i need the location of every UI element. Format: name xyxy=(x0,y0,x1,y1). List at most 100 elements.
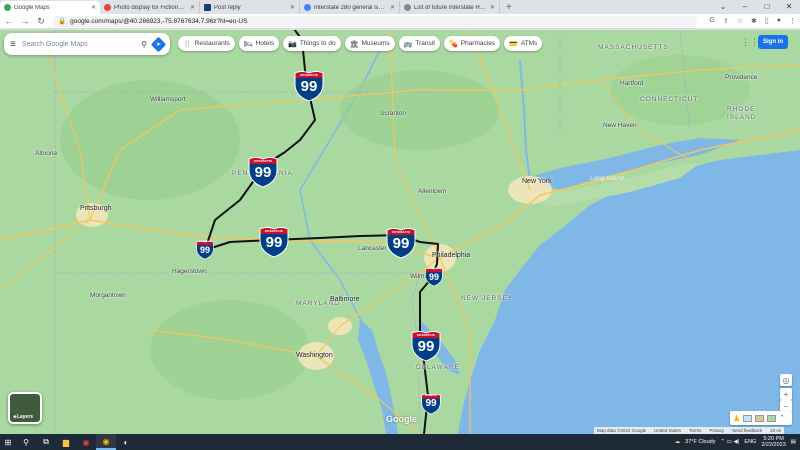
notifications-icon[interactable]: ▤ xyxy=(791,439,796,445)
tab-future-interstates[interactable]: List of future Interstate Highways... ✕ xyxy=(400,1,500,14)
close-tab-icon[interactable]: ✕ xyxy=(190,4,195,11)
terrain-thumbnail[interactable] xyxy=(755,414,765,422)
search-input[interactable]: Search Google Maps xyxy=(22,41,135,48)
favicon-icon xyxy=(204,4,211,11)
search-taskbar-icon[interactable]: ⚲ xyxy=(16,434,36,450)
weather-text[interactable]: 37°F Cloudy xyxy=(685,439,715,445)
chip-restaurants[interactable]: 🍴 Restaurants xyxy=(178,36,235,51)
tab-google-maps[interactable]: Google Maps ✕ xyxy=(0,1,100,14)
close-tab-icon[interactable]: ✕ xyxy=(390,4,395,11)
state-label-new-jersey: NEW JERSEY xyxy=(461,295,514,302)
shield-label: INTERSTATE xyxy=(416,332,436,337)
chip-label: Things to do xyxy=(299,40,336,47)
zoom-in-button[interactable]: + xyxy=(780,388,792,400)
extensions-icon[interactable]: ✱ xyxy=(751,17,757,25)
interstate-99-shield[interactable]: INTERSTATE 99 xyxy=(248,156,278,188)
tab-title: Interstate 280 general sign - Goo... xyxy=(314,4,387,11)
task-view-icon[interactable]: ⧉ xyxy=(36,434,56,450)
expand-icon[interactable]: ⌃ xyxy=(779,414,785,422)
profile-avatar[interactable]: ● xyxy=(777,17,781,25)
share-icon[interactable]: ⇪ xyxy=(723,17,729,25)
plus-icon: + xyxy=(783,389,789,399)
language-indicator[interactable]: ENG xyxy=(744,439,756,445)
search-icon[interactable]: ⚲ xyxy=(141,40,147,49)
country-link[interactable]: United States xyxy=(654,428,681,433)
bookmark-star-icon[interactable]: ☆ xyxy=(737,17,743,25)
clock[interactable]: 5:20 PM 2/22/2023 xyxy=(761,436,785,449)
city-label-washington: Washington xyxy=(296,352,333,359)
sign-in-button[interactable]: Sign in xyxy=(758,35,788,49)
windows-start-icon[interactable]: ⊞ xyxy=(0,438,16,447)
pegman-icon[interactable]: ♟ xyxy=(733,414,740,423)
shield-number: 99 xyxy=(392,235,410,252)
chrome-active-icon[interactable]: ◉ xyxy=(96,434,116,450)
imagery-bar: ♟ ⌃ xyxy=(730,411,792,425)
search-box[interactable]: ≡ Search Google Maps ⚲ ➤ xyxy=(4,33,170,55)
shield-label: INTERSTATE xyxy=(427,268,441,270)
shield-label: INTERSTATE xyxy=(391,229,411,234)
weather-icon: ☁ xyxy=(674,439,681,445)
tab-search-icon[interactable]: ⌄ xyxy=(712,0,734,14)
directions-button[interactable]: ➤ xyxy=(150,36,167,52)
map-canvas[interactable]: CONNECTICUT MASSACHUSETTS RHODE ISLAND P… xyxy=(0,30,800,434)
send-feedback-link[interactable]: Send feedback xyxy=(732,428,762,433)
close-tab-icon[interactable]: ✕ xyxy=(91,4,96,11)
state-label-rhode-island-2: ISLAND xyxy=(727,114,757,121)
forward-button[interactable]: → xyxy=(20,16,30,26)
interstate-99-shield[interactable]: INTERSTATE 99 xyxy=(196,240,214,260)
hamburger-menu-icon[interactable]: ≡ xyxy=(10,39,16,50)
tab-post-reply[interactable]: Post reply ✕ xyxy=(200,1,300,14)
reload-button[interactable]: ↻ xyxy=(36,16,46,27)
favicon-icon xyxy=(104,4,111,11)
scale-bar[interactable]: 20 mi xyxy=(770,428,781,433)
chip-pharmacies[interactable]: 💊 Pharmacies xyxy=(444,36,501,51)
museum-icon: 🏛 xyxy=(349,40,359,48)
shield-number: 99 xyxy=(254,164,272,181)
traffic-thumbnail[interactable] xyxy=(767,414,777,422)
globe-thumbnail[interactable] xyxy=(743,414,753,422)
interstate-99-shield[interactable]: INTERSTATE 99 xyxy=(386,227,416,259)
tab-interstate-280[interactable]: Interstate 280 general sign - Goo... ✕ xyxy=(300,1,400,14)
tab-title: Post reply xyxy=(214,4,241,11)
interstate-99-shield[interactable]: INTERSTATE 99 xyxy=(294,70,324,102)
close-window-button[interactable]: ✕ xyxy=(778,0,800,14)
terms-link[interactable]: Terms xyxy=(689,428,701,433)
chip-transit[interactable]: 🚌 Transit xyxy=(398,36,441,51)
close-tab-icon[interactable]: ✕ xyxy=(290,4,295,11)
chip-atms[interactable]: 💳 ATMs xyxy=(504,36,543,51)
layers-button[interactable]: ◈ Layers xyxy=(8,392,42,424)
system-tray-icons[interactable]: ⌃ ▭ ◀) xyxy=(720,439,739,445)
clock-date: 2/22/2023 xyxy=(761,442,786,448)
app-icon[interactable]: ◐ xyxy=(116,434,136,450)
address-bar[interactable]: 🔒 google.com/maps/@40.266923,-75.8767634… xyxy=(52,15,698,27)
directions-icon: ➤ xyxy=(155,41,162,48)
state-label-massachusetts: MASSACHUSETTS xyxy=(598,44,669,51)
chip-things-to-do[interactable]: 📷 Things to do xyxy=(283,36,341,51)
close-tab-icon[interactable]: ✕ xyxy=(490,4,495,11)
pharmacy-icon: 💊 xyxy=(449,40,458,48)
my-location-button[interactable]: ◎ xyxy=(780,374,792,386)
interstate-99-shield[interactable]: INTERSTATE 99 xyxy=(259,226,289,258)
back-button[interactable]: ← xyxy=(4,16,14,26)
privacy-link[interactable]: Privacy xyxy=(709,428,724,433)
chrome-icon[interactable]: ◉ xyxy=(76,434,96,450)
maximize-button[interactable]: □ xyxy=(756,0,778,14)
chip-label: Museums xyxy=(361,40,390,47)
interstate-99-shield[interactable]: INTERSTATE 99 xyxy=(411,330,441,362)
atm-icon: 💳 xyxy=(509,40,518,48)
shield-number: 99 xyxy=(417,338,435,355)
interstate-99-shield[interactable]: INTERSTATE 99 xyxy=(421,393,441,415)
browser-menu-icon[interactable]: ⋮ xyxy=(789,17,796,25)
side-panel-icon[interactable]: ▯ xyxy=(765,17,769,25)
chip-hotels[interactable]: 🛏 Hotels xyxy=(238,36,280,51)
google-lens-icon[interactable]: G xyxy=(709,17,714,25)
my-location-icon: ◎ xyxy=(782,375,790,385)
city-label-lancaster: Lancaster xyxy=(358,245,387,252)
new-tab-button[interactable]: + xyxy=(500,1,518,14)
interstate-99-shield[interactable]: INTERSTATE 99 xyxy=(425,267,443,287)
chip-museums[interactable]: 🏛 Museums xyxy=(344,36,395,51)
tab-photo-display[interactable]: Photo display for Fictional Interst... ✕ xyxy=(100,1,200,14)
city-label-philadelphia: Philadelphia xyxy=(432,252,471,259)
minimize-button[interactable]: – xyxy=(734,0,756,14)
file-explorer-icon[interactable]: ▆ xyxy=(56,434,76,450)
